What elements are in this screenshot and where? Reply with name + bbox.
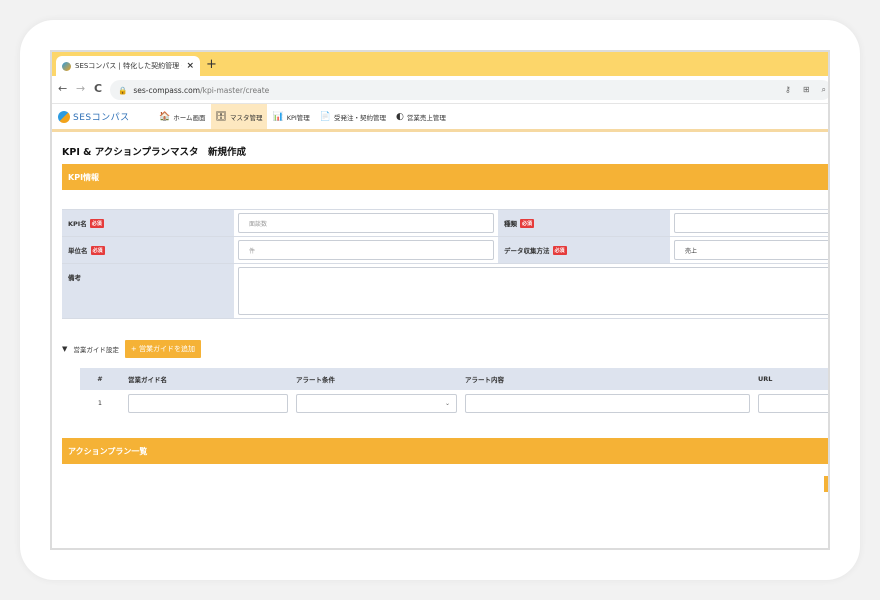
compass-logo-icon bbox=[58, 110, 70, 123]
logo-text: SESコンパス bbox=[73, 113, 130, 123]
row-number: 1 bbox=[97, 399, 103, 407]
section-header-action-plan: アクションプラン一覧 bbox=[62, 438, 828, 464]
required-badge: 必須 bbox=[89, 218, 104, 228]
tab-title: SESコンパス | 特化した契約管理・案 bbox=[75, 62, 183, 70]
forward-arrow-icon[interactable]: → bbox=[76, 82, 85, 95]
alert-condition-select[interactable]: ⌄ bbox=[296, 393, 457, 413]
document-icon: 📄 bbox=[319, 111, 332, 122]
form-row: 備考 bbox=[62, 264, 828, 319]
guide-name-input[interactable] bbox=[128, 393, 288, 413]
type-label: 種類 必須 bbox=[498, 210, 670, 236]
tab-bar: SESコンパス | 特化した契約管理・案 × + bbox=[52, 52, 828, 76]
collect-method-label: データ収集方法 必須 bbox=[498, 237, 670, 263]
main-menu: 🏠 ホーム画面 🗄 マスタ管理 📊 KPI管理 📄 受発注・契約管理 ◐ 営業売… bbox=[154, 104, 451, 129]
table-row: 1 ⌄ bbox=[80, 390, 828, 416]
menu-item-sales[interactable]: ◐ 営業売上管理 bbox=[391, 104, 451, 129]
address-bar: ← → C 🔒 ses-compass.com/kpi-master/creat… bbox=[52, 76, 828, 104]
close-icon[interactable]: × bbox=[186, 61, 194, 71]
url-input[interactable]: 🔒 ses-compass.com/kpi-master/create ⚷ ⊞ … bbox=[110, 80, 828, 100]
app-logo[interactable]: SESコンパス bbox=[58, 110, 154, 123]
database-icon: 🗄 bbox=[215, 111, 227, 122]
form-row: 単位名 必須 件 データ収集方法 必須 売上 bbox=[62, 237, 828, 264]
kpi-name-label: KPI名 必須 bbox=[62, 210, 234, 236]
note-textarea[interactable] bbox=[238, 267, 828, 315]
url-host: ses-compass.com bbox=[133, 85, 201, 95]
key-icon[interactable]: ⚷ bbox=[785, 85, 791, 95]
unit-input[interactable]: 件 bbox=[238, 240, 494, 260]
sales-guide-table: # 営業ガイド名 アラート条件 アラート内容 URL 1 ⌄ bbox=[80, 368, 828, 416]
sales-guide-label: 営業ガイド設定 bbox=[73, 346, 119, 354]
zoom-icon[interactable]: ⌕ bbox=[822, 85, 826, 95]
page-title: KPI & アクションプランマスタ 新規作成 bbox=[62, 147, 246, 158]
menu-item-kpi[interactable]: 📊 KPI管理 bbox=[267, 104, 314, 129]
kpi-name-input[interactable]: 面談数 bbox=[238, 213, 494, 233]
section-header-kpi: KPI情報 bbox=[62, 164, 828, 190]
new-tab-button[interactable]: + bbox=[206, 57, 217, 72]
form-row: KPI名 必須 面談数 種類 必須 bbox=[62, 210, 828, 237]
chevron-down-icon: ⌄ bbox=[444, 399, 450, 407]
menu-item-contracts[interactable]: 📄 受発注・契約管理 bbox=[315, 104, 391, 129]
add-sales-guide-button[interactable]: + 営業ガイドを追加 bbox=[124, 340, 201, 358]
required-badge: 必須 bbox=[552, 245, 567, 255]
home-icon: 🏠 bbox=[159, 111, 171, 122]
add-action-plan-button[interactable] bbox=[824, 476, 828, 492]
sales-guide-toggle: ▼ 営業ガイド設定 + 営業ガイドを追加 bbox=[62, 340, 201, 358]
bar-chart-icon: 📊 bbox=[272, 111, 284, 122]
reload-icon[interactable]: C bbox=[94, 82, 102, 95]
translate-icon[interactable]: ⊞ bbox=[803, 85, 810, 95]
kpi-form: KPI名 必須 面談数 種類 必須 単位名 必須 件 データ収集方法 必須 売上… bbox=[62, 209, 828, 319]
pie-chart-icon: ◐ bbox=[396, 111, 404, 122]
favicon-icon bbox=[62, 61, 71, 71]
menu-item-home[interactable]: 🏠 ホーム画面 bbox=[154, 104, 211, 129]
note-label: 備考 bbox=[62, 264, 234, 318]
browser-window: SESコンパス | 特化した契約管理・案 × + ← → C 🔒 ses-com… bbox=[50, 50, 830, 550]
lock-icon: 🔒 bbox=[118, 85, 128, 95]
alert-content-input[interactable] bbox=[465, 393, 750, 413]
unit-label: 単位名 必須 bbox=[62, 237, 234, 263]
browser-tab[interactable]: SESコンパス | 特化した契約管理・案 × bbox=[56, 56, 200, 76]
url-field[interactable] bbox=[758, 393, 828, 413]
required-badge: 必須 bbox=[520, 218, 535, 228]
type-select[interactable] bbox=[674, 213, 828, 233]
table-header: # 営業ガイド名 アラート条件 アラート内容 URL bbox=[80, 368, 828, 390]
back-arrow-icon[interactable]: ← bbox=[58, 82, 67, 95]
triangle-down-icon[interactable]: ▼ bbox=[62, 345, 67, 353]
collect-method-select[interactable]: 売上 bbox=[674, 240, 828, 260]
required-badge: 必須 bbox=[90, 245, 105, 255]
app-header: SESコンパス 🏠 ホーム画面 🗄 マスタ管理 📊 KPI管理 📄 受発注・契約… bbox=[52, 104, 828, 132]
menu-item-master[interactable]: 🗄 マスタ管理 bbox=[210, 104, 268, 129]
url-path: /kpi-master/create bbox=[200, 85, 270, 95]
